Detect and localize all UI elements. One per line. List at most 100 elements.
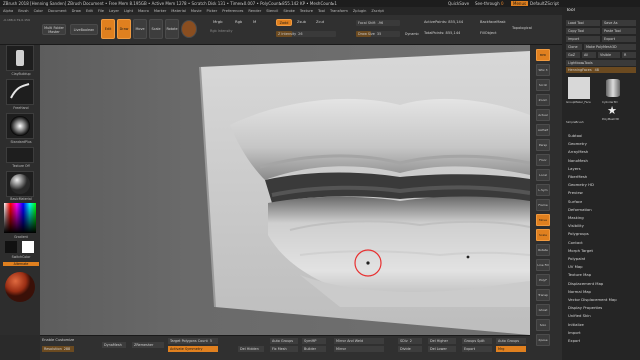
menu-item-zplugin[interactable]: Zplugin — [353, 9, 367, 13]
backface-mask-toggle[interactable]: BackfaceMask — [480, 20, 506, 24]
rgb-toggle[interactable]: Rgb — [235, 19, 242, 24]
zremesher-button[interactable]: ZRemesher — [132, 342, 164, 348]
tool-menu-unified-skin[interactable]: Unified Skin — [568, 313, 591, 318]
menu-item-document[interactable]: Document — [48, 9, 67, 13]
view-button-frame[interactable]: Frame — [536, 199, 550, 211]
main-color-swatch[interactable] — [5, 241, 17, 253]
tool-menu-morph-target[interactable]: Morph Target — [568, 248, 593, 253]
view-button-spix-3[interactable]: SPix 3 — [536, 64, 550, 76]
menu-item-light[interactable]: Light — [124, 9, 133, 13]
menu-item-tool[interactable]: Tool — [318, 9, 325, 13]
enable-customize-button[interactable]: Enable Customize — [42, 338, 74, 342]
all-button[interactable]: All — [582, 52, 596, 58]
del-lower-button[interactable]: Del Lower — [428, 346, 456, 352]
zadd-button[interactable]: Zadd — [276, 19, 292, 26]
edit-button[interactable]: Edit — [101, 19, 115, 39]
menu-item-draw[interactable]: Draw — [72, 9, 81, 13]
import-button[interactable]: Import — [566, 36, 600, 42]
fill-object-button[interactable]: FillObject — [480, 31, 497, 35]
view-button-scroll[interactable]: Scroll — [536, 79, 550, 91]
history-button[interactable]: Multi Folder Master — [42, 24, 66, 35]
zcut-button[interactable]: Zcut — [316, 20, 324, 24]
view-button-transp[interactable]: Transp — [536, 289, 550, 301]
cylinder3d-icon[interactable] — [606, 79, 620, 97]
view-button-actual[interactable]: Actual — [536, 109, 550, 121]
clone-button[interactable]: Clone — [566, 44, 582, 50]
view-button-line-fill[interactable]: Line Fill — [536, 259, 550, 271]
tool-menu-normal-map[interactable]: Normal Map — [568, 289, 591, 294]
default-zscript-button[interactable]: DefaultZScript — [530, 1, 559, 6]
r-button[interactable]: R — [622, 52, 636, 58]
tool-menu-polygroups[interactable]: Polygroups — [568, 231, 589, 236]
export-button[interactable]: Export — [602, 36, 636, 42]
make-polymesh-button[interactable]: Make PolyMesh3D — [584, 44, 636, 50]
claybuildup-brush-thumb[interactable] — [6, 45, 34, 71]
menu-item-texture[interactable]: Texture — [300, 9, 313, 13]
tool-menu-contact[interactable]: Contact — [568, 240, 583, 245]
menu-item-stroke[interactable]: Stroke — [283, 9, 294, 13]
view-button-move[interactable]: Move — [536, 214, 550, 226]
del-hidden-button[interactable]: Del Hidden — [238, 346, 264, 352]
texture-thumb[interactable] — [6, 147, 34, 163]
color-picker[interactable] — [4, 203, 36, 233]
view-button-local[interactable]: Local — [536, 169, 550, 181]
freehand-stroke-thumb[interactable] — [6, 79, 34, 105]
quicksave-button[interactable]: QuickSave — [448, 1, 469, 6]
alternate-button[interactable]: Alternate — [3, 262, 39, 266]
current-tool-slider[interactable]: HenningFaces 48 — [566, 67, 636, 73]
menu-item-macro[interactable]: Macro — [138, 9, 149, 13]
target-polygons-slider[interactable]: Target Polygons Count 5 — [168, 338, 218, 344]
z-intensity-slider[interactable]: Z Intensity 26 — [276, 31, 336, 37]
view-button-ghost[interactable]: Ghost — [536, 304, 550, 316]
view-button-solo[interactable]: Solo — [536, 319, 550, 331]
tool-menu-arraymesh[interactable]: ArrayMesh — [568, 149, 588, 154]
menu-item-material[interactable]: Material — [171, 9, 186, 13]
zsub-button[interactable]: Zsub — [297, 20, 306, 24]
mrgb-toggle[interactable]: Mrgb — [213, 19, 223, 24]
paste-tool-button[interactable]: Paste Tool — [602, 28, 636, 34]
view-button-l-sym[interactable]: L.Sym — [536, 184, 550, 196]
tool-menu-geometry-hd[interactable]: Geometry HD — [568, 182, 594, 187]
liveboolean-button[interactable]: LiveBoolean — [70, 24, 98, 35]
menu-item-brush[interactable]: Brush — [18, 9, 28, 13]
copy-tool-button[interactable]: Copy Tool — [566, 28, 600, 34]
divide-button[interactable]: Divide — [398, 346, 422, 352]
draw-size-slider[interactable]: Draw Size 35 — [356, 31, 400, 37]
view-button-persp[interactable]: Persp — [536, 139, 550, 151]
menu-item-edit[interactable]: Edit — [86, 9, 93, 13]
save-as-button[interactable]: Save As — [602, 20, 636, 26]
lightbox-tools-button[interactable]: Lightbox▸Tools — [566, 60, 636, 66]
export-bottom-button[interactable]: Export — [462, 346, 492, 352]
view-button-polyf[interactable]: PolyF — [536, 274, 550, 286]
menu-item-layer[interactable]: Layer — [109, 9, 119, 13]
sdiv-slider[interactable]: SDiv 2 — [398, 338, 422, 344]
fix-mesh-button[interactable]: Fix Mesh — [270, 346, 298, 352]
load-tool-button[interactable]: Load Tool — [566, 20, 600, 26]
menu-item-zscript[interactable]: Zscript — [371, 9, 383, 13]
tool-menu-display-properties[interactable]: Display Properties — [568, 305, 602, 310]
auto-groups-button[interactable]: Auto Groups — [270, 338, 298, 344]
builder-button[interactable]: Builder — [302, 346, 326, 352]
view-button-zoom[interactable]: Zoom — [536, 94, 550, 106]
activate-symmetry-button[interactable]: Activate Symmetry — [168, 346, 218, 352]
del-higher-button[interactable]: Del Higher — [428, 338, 456, 344]
draw-button[interactable]: Draw — [117, 19, 131, 39]
view-button-floor[interactable]: Floor — [536, 154, 550, 166]
topological-toggle[interactable]: Topological — [512, 26, 532, 30]
goz-button[interactable]: GoZ — [566, 52, 580, 58]
dynamic-toggle[interactable]: Dynamic — [405, 32, 419, 36]
viewport-canvas[interactable] — [40, 45, 530, 335]
resolution-slider[interactable]: Resolution 288 — [42, 346, 74, 352]
brush-icon[interactable] — [181, 20, 197, 38]
tool-menu-texture-map[interactable]: Texture Map — [568, 272, 591, 277]
menu-item-picker[interactable]: Picker — [207, 9, 218, 13]
menu-item-file[interactable]: File — [98, 9, 104, 13]
view-button-aahalf[interactable]: AAHalf — [536, 124, 550, 136]
menu-item-alpha[interactable]: Alpha — [3, 9, 13, 13]
menu-item-movie[interactable]: Movie — [191, 9, 202, 13]
tool-menu-initialize[interactable]: Initialize — [568, 322, 584, 327]
view-button-xpose[interactable]: Xpose — [536, 334, 550, 346]
groups-split-button[interactable]: Groups Split — [462, 338, 492, 344]
menu-item-transform[interactable]: Transform — [330, 9, 348, 13]
view-button-scale[interactable]: Scale — [536, 229, 550, 241]
